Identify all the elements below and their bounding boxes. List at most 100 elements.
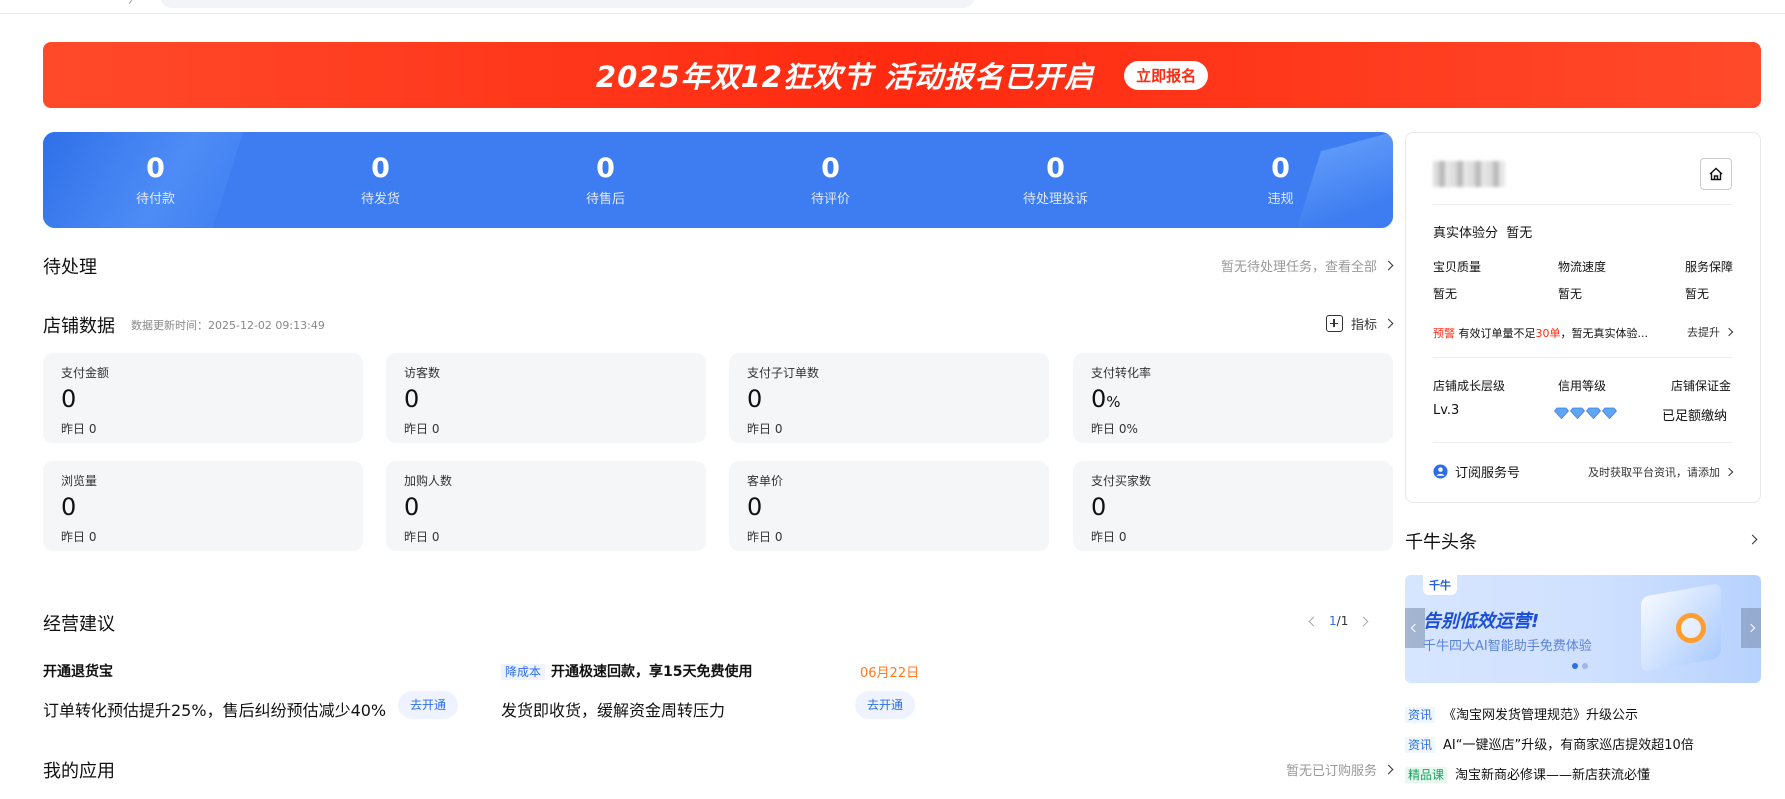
prev-page-icon[interactable]	[1308, 616, 1319, 626]
carousel-dots	[1572, 663, 1588, 669]
warning-row: 预警 有效订单量不足30单，暂无真实体验...	[1433, 327, 1648, 340]
shop-home-button[interactable]	[1700, 158, 1732, 190]
advice-item-title: 开通退货宝	[43, 664, 113, 680]
metric-card[interactable]: 客单价 0 昨日 0	[729, 461, 1049, 551]
dim-label: 服务保障	[1685, 260, 1734, 274]
carousel-dot[interactable]	[1582, 663, 1588, 669]
chevron-right-icon	[1746, 623, 1756, 633]
news-more-icon[interactable]	[1747, 534, 1758, 545]
plus-square-icon	[1325, 315, 1343, 332]
shop-name-blurred	[1433, 161, 1505, 187]
metric-card[interactable]: 支付子订单数 0 昨日 0	[729, 353, 1049, 443]
chevron-left-icon	[1410, 623, 1420, 633]
user-circle-icon	[1433, 464, 1448, 479]
advice-item-date: 06月22日	[860, 666, 920, 681]
activate-return-insurance-button[interactable]: 去开通	[398, 691, 458, 719]
diamond-icon	[1586, 407, 1601, 419]
metric-value: 0	[61, 493, 77, 521]
magnifier-illustration	[1676, 613, 1706, 643]
news-item[interactable]: 资讯 AI“一键巡店”升级，有商家巡店提效超10倍	[1405, 734, 1694, 753]
my-apps-link-text: 暂无已订购服务	[1285, 764, 1377, 779]
subscribe-link[interactable]: 及时获取平台资讯，请添加	[1588, 464, 1734, 480]
growth-level-value: Lv.3	[1433, 403, 1460, 418]
carousel-headline: 告别低效运营!	[1423, 611, 1540, 632]
advice-item: 降成本 开通极速回款，享15天免费使用	[501, 661, 753, 681]
metric-value: 0	[747, 385, 763, 413]
todo-link-text: 暂无待处理任务，查看全部	[1220, 260, 1377, 275]
metric-value: 0	[61, 385, 77, 413]
metric-card[interactable]: 支付金额 0 昨日 0	[43, 353, 363, 443]
chevron-right-icon	[1383, 260, 1394, 271]
stat-violations[interactable]: 0 违规	[1168, 132, 1393, 228]
search-input[interactable]	[160, 0, 975, 8]
advice-tag: 降成本	[501, 664, 546, 680]
shop-data-title: 店铺数据	[43, 316, 115, 337]
metric-yesterday: 昨日 0	[747, 422, 783, 436]
dim-value: 暂无	[1433, 287, 1458, 301]
news-title: 千牛头条	[1405, 532, 1477, 553]
stat-pending-payment[interactable]: 0 待付款	[43, 132, 268, 228]
metric-label: 支付转化率	[1091, 366, 1152, 380]
level-label: 店铺保证金	[1671, 379, 1732, 393]
top-bar	[0, 0, 1785, 14]
metric-card[interactable]: 支付买家数 0 昨日 0	[1073, 461, 1393, 551]
promo-banner[interactable]: 2025年双12狂欢节 活动报名已开启 立即报名	[43, 42, 1761, 108]
metric-yesterday: 昨日 0%	[1091, 422, 1138, 436]
carousel-next-button[interactable]	[1741, 608, 1761, 648]
carousel-dot[interactable]	[1572, 663, 1578, 669]
stat-pending-shipment[interactable]: 0 待发货	[268, 132, 493, 228]
activate-fast-payout-button[interactable]: 去开通	[855, 691, 915, 719]
my-apps-title: 我的应用	[43, 761, 115, 782]
metric-value: 0	[404, 385, 420, 413]
metric-label: 浏览量	[61, 474, 98, 488]
stat-pending-review[interactable]: 0 待评价	[718, 132, 943, 228]
diamond-icon	[1554, 407, 1569, 419]
chevron-right-icon	[1383, 318, 1394, 329]
chevron-right-icon	[1724, 327, 1734, 337]
metric-card[interactable]: 加购人数 0 昨日 0	[386, 461, 706, 551]
metric-card[interactable]: 支付转化率 0% 昨日 0%	[1073, 353, 1393, 443]
metric-label: 访客数	[404, 366, 441, 380]
my-apps-link[interactable]: 暂无已订购服务	[1285, 760, 1394, 779]
metric-label: 加购人数	[404, 474, 453, 488]
back-arrow-icon[interactable]	[128, 0, 140, 4]
stat-complaints[interactable]: 0 待处理投诉	[943, 132, 1168, 228]
improve-link[interactable]: 去提升	[1687, 324, 1734, 340]
dim-value: 暂无	[1685, 287, 1710, 301]
divider	[1433, 204, 1732, 205]
subscribe-row[interactable]: 订阅服务号	[1433, 462, 1520, 481]
credit-diamonds	[1554, 407, 1617, 419]
advice-item: 开通退货宝	[43, 661, 113, 681]
carousel-subtitle: 千牛四大AI智能助手免费体验	[1423, 639, 1592, 654]
dim-label: 宝贝质量	[1433, 260, 1482, 274]
advice-item-desc: 订单转化预估提升25%，售后纠纷预估减少40%	[43, 701, 387, 720]
metric-value: 0	[1091, 493, 1107, 521]
metric-label: 支付子订单数	[747, 366, 820, 380]
metric-value: 0	[404, 493, 420, 521]
register-button[interactable]: 立即报名	[1124, 60, 1209, 90]
diamond-icon	[1602, 407, 1617, 419]
chevron-right-icon	[1383, 764, 1394, 775]
metric-value: 0	[747, 493, 763, 521]
metric-yesterday: 昨日 0	[1091, 530, 1127, 544]
metric-card[interactable]: 浏览量 0 昨日 0	[43, 461, 363, 551]
news-item[interactable]: 精品课 淘宝新商必修课——新店获流必懂	[1405, 764, 1650, 783]
metric-label: 客单价	[747, 474, 784, 488]
level-label: 店铺成长层级	[1433, 379, 1506, 393]
metric-label: 支付买家数	[1091, 474, 1152, 488]
carousel-prev-button[interactable]	[1405, 608, 1425, 648]
indicator-link[interactable]: 指标	[1325, 314, 1394, 333]
metric-card[interactable]: 访客数 0 昨日 0	[386, 353, 706, 443]
banner-title: 2025年双12狂欢节 活动报名已开启	[595, 60, 1095, 94]
next-page-icon[interactable]	[1358, 616, 1369, 626]
stat-after-sales[interactable]: 0 待售后	[493, 132, 718, 228]
todo-view-all-link[interactable]: 暂无待处理任务，查看全部	[1220, 256, 1394, 275]
metric-yesterday: 昨日 0	[61, 422, 97, 436]
chevron-right-icon	[1724, 467, 1734, 477]
news-carousel[interactable]: 千牛 告别低效运营! 千牛四大AI智能助手免费体验	[1405, 575, 1761, 683]
dim-label: 物流速度	[1558, 260, 1607, 274]
divider	[1433, 442, 1732, 443]
metric-value: 0%	[1091, 385, 1121, 413]
news-item[interactable]: 资讯 《淘宝网发货管理规范》升级公示	[1405, 704, 1638, 723]
metric-yesterday: 昨日 0	[747, 530, 783, 544]
